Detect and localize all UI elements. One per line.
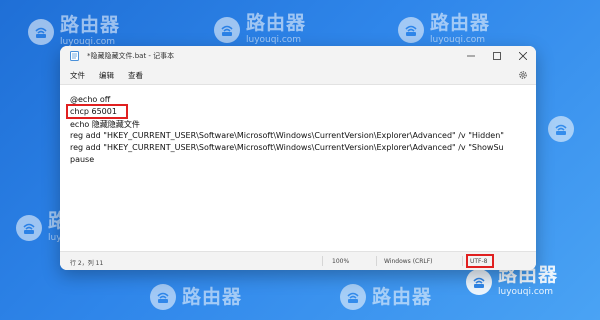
- close-button[interactable]: [510, 46, 536, 66]
- editor-line: @echo off: [70, 95, 111, 104]
- watermark: [548, 116, 574, 142]
- watermark: 路由器: [340, 284, 432, 310]
- status-divider: [322, 256, 323, 266]
- window-title: *隐藏隐藏文件.bat - 记事本: [87, 52, 175, 60]
- router-logo-icon: [398, 16, 424, 43]
- cursor-position: 行 2，列 11: [70, 260, 104, 267]
- router-logo-icon: [150, 284, 176, 310]
- watermark-brand: 路由器: [182, 285, 243, 308]
- maximize-icon: [493, 52, 501, 60]
- editor-line: echo 隐藏隐藏文件: [70, 120, 140, 129]
- router-logo-icon: [214, 16, 240, 43]
- menu-file[interactable]: 文件: [70, 70, 85, 81]
- watermark-brand: 路由器: [246, 12, 307, 34]
- router-logo-icon: [28, 18, 54, 45]
- watermark-url: luyouqi.com: [246, 35, 302, 45]
- router-logo-icon: [16, 214, 42, 241]
- notepad-window: *隐藏隐藏文件.bat - 记事本 文件 编辑 查看 @echo off chc…: [60, 46, 536, 270]
- line-ending: Windows (CRLF): [384, 258, 433, 265]
- menu-edit[interactable]: 编辑: [99, 70, 114, 81]
- watermark-brand: 路由器: [372, 285, 433, 308]
- editor-line: reg add "HKEY_CURRENT_USER\Software\Micr…: [70, 131, 504, 140]
- close-icon: [519, 52, 527, 60]
- editor-line: pause: [70, 155, 95, 164]
- router-logo-icon: [466, 268, 492, 295]
- editor-line: reg add "HKEY_CURRENT_USER\Software\Micr…: [70, 143, 504, 152]
- text-editor[interactable]: @echo off chcp 65001 echo 隐藏隐藏文件 reg add…: [60, 85, 536, 252]
- status-divider: [376, 256, 377, 266]
- maximize-button[interactable]: [484, 46, 510, 66]
- settings-gear-icon[interactable]: [518, 70, 528, 80]
- status-bar: 行 2，列 11 100% Windows (CRLF) UTF-8: [60, 251, 536, 270]
- zoom-level: 100%: [332, 258, 350, 265]
- watermark: 路由器luyouqi.com: [214, 14, 306, 45]
- status-divider: [462, 256, 463, 266]
- notepad-app-icon: [70, 51, 79, 61]
- watermark-brand: 路由器: [60, 14, 121, 36]
- menu-view[interactable]: 查看: [128, 70, 143, 81]
- minimize-icon: [467, 55, 475, 57]
- watermark-url: luyouqi.com: [498, 287, 554, 297]
- watermark: 路由器: [150, 284, 242, 310]
- menu-bar: 文件 编辑 查看: [60, 66, 536, 85]
- watermark: 路由器luyouqi.com: [398, 14, 490, 45]
- title-bar[interactable]: *隐藏隐藏文件.bat - 记事本: [60, 46, 536, 66]
- watermark: 路由器luyouqi.com: [466, 266, 558, 297]
- watermark-url: luyouqi.com: [430, 35, 486, 45]
- router-logo-icon: [548, 116, 574, 142]
- highlight-box: [66, 104, 128, 119]
- router-logo-icon: [340, 284, 366, 310]
- encoding-highlight-box: [466, 254, 494, 268]
- watermark: 路由器luyouqi.com: [28, 16, 120, 47]
- watermark-brand: 路由器: [430, 12, 491, 34]
- minimize-button[interactable]: [458, 46, 484, 66]
